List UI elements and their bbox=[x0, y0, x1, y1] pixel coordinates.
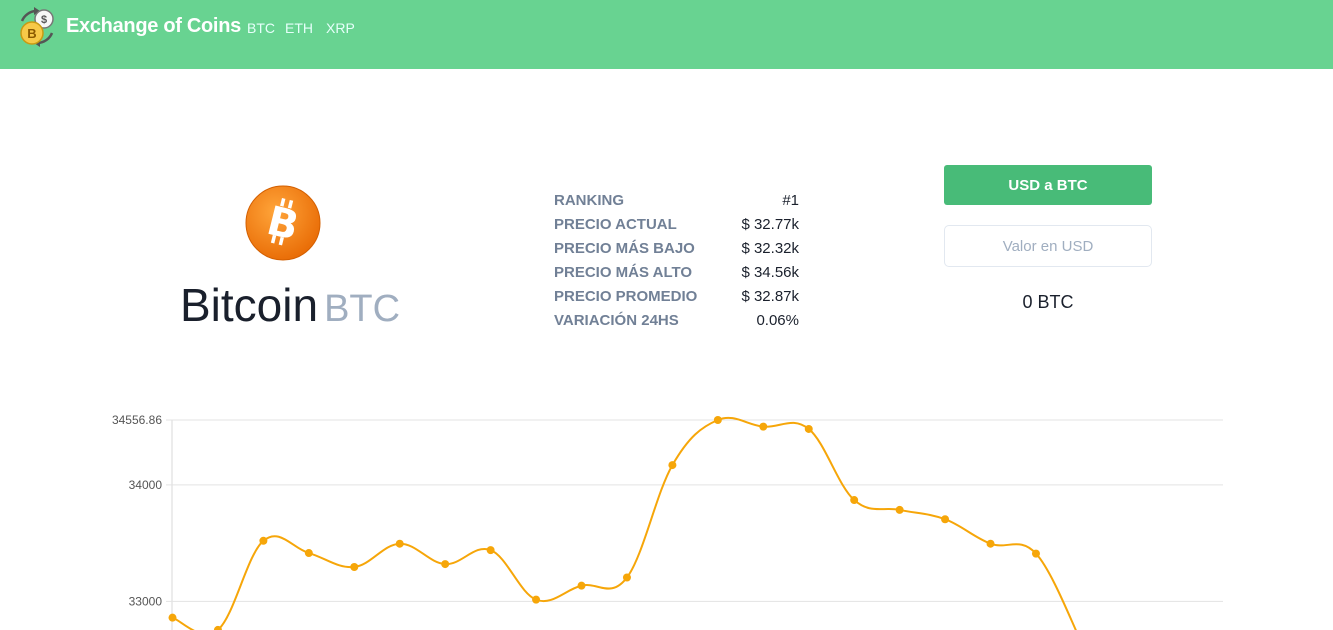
bitcoin-icon: B bbox=[245, 185, 321, 261]
stat-value: $ 34.56k bbox=[741, 264, 799, 281]
usd-to-btc-button[interactable]: USD a BTC bbox=[944, 165, 1152, 205]
price-point[interactable] bbox=[941, 515, 950, 524]
price-point[interactable] bbox=[713, 416, 722, 424]
price-point[interactable] bbox=[759, 422, 768, 431]
brand-title[interactable]: Exchange of Coins bbox=[66, 15, 241, 38]
price-point[interactable] bbox=[804, 424, 813, 433]
price-point[interactable] bbox=[1031, 549, 1040, 558]
stat-value: 0.06% bbox=[756, 312, 799, 329]
price-point[interactable] bbox=[168, 613, 177, 622]
price-line bbox=[172, 416, 1077, 630]
svg-text:B: B bbox=[27, 26, 36, 41]
stat-label: PRECIO ACTUAL bbox=[554, 216, 677, 233]
stat-row-lowest-price: PRECIO MÁS BAJO $ 32.32k bbox=[554, 238, 799, 262]
nav-link-xrp[interactable]: XRP bbox=[326, 20, 355, 36]
coin-title: Bitcoin BTC bbox=[180, 278, 400, 332]
nav-link-btc[interactable]: BTC bbox=[247, 20, 275, 36]
coin-symbol: BTC bbox=[324, 288, 401, 330]
stat-row-ranking: RANKING #1 bbox=[554, 190, 799, 214]
stat-label: PRECIO MÁS BAJO bbox=[554, 240, 695, 257]
stat-label: PRECIO MÁS ALTO bbox=[554, 264, 693, 281]
price-point[interactable] bbox=[850, 496, 859, 505]
top-navbar: $ B Exchange of Coins BTC ETH XRP bbox=[0, 0, 1333, 69]
price-point[interactable] bbox=[304, 549, 313, 558]
price-point[interactable] bbox=[259, 536, 268, 545]
usd-value-input[interactable] bbox=[944, 225, 1152, 267]
stat-row-current-price: PRECIO ACTUAL $ 32.77k bbox=[554, 214, 799, 238]
stat-row-variation-24h: VARIACIÓN 24HS 0.06% bbox=[554, 310, 799, 334]
chart-y-axis: 34556.86 34000 33000 bbox=[112, 413, 162, 608]
price-point[interactable] bbox=[532, 595, 541, 604]
stat-row-highest-price: PRECIO MÁS ALTO $ 34.56k bbox=[554, 262, 799, 286]
price-point[interactable] bbox=[486, 546, 495, 555]
stat-label: VARIACIÓN 24HS bbox=[554, 312, 679, 329]
coin-name: Bitcoin bbox=[180, 279, 319, 331]
price-point[interactable] bbox=[668, 461, 677, 470]
stat-value: #1 bbox=[782, 192, 799, 209]
price-point[interactable] bbox=[895, 505, 904, 514]
chart-points bbox=[168, 416, 1040, 630]
price-point[interactable] bbox=[441, 560, 450, 569]
stat-label: RANKING bbox=[554, 192, 624, 209]
conversion-result: 0 BTC bbox=[1022, 292, 1074, 312]
stat-label: PRECIO PROMEDIO bbox=[554, 288, 698, 305]
price-point[interactable] bbox=[395, 539, 404, 548]
price-point[interactable] bbox=[986, 539, 995, 548]
nav-link-eth[interactable]: ETH bbox=[285, 20, 313, 36]
y-tick-label: 33000 bbox=[129, 594, 163, 608]
coin-stats-table: RANKING #1 PRECIO ACTUAL $ 32.77k PRECIO… bbox=[554, 190, 799, 334]
coins-exchange-icon[interactable]: $ B bbox=[16, 7, 58, 47]
stat-row-average-price: PRECIO PROMEDIO $ 32.87k bbox=[554, 286, 799, 310]
price-point[interactable] bbox=[577, 581, 586, 590]
price-point[interactable] bbox=[350, 563, 359, 572]
stat-value: $ 32.32k bbox=[741, 240, 799, 257]
stat-value: $ 32.87k bbox=[741, 288, 799, 305]
y-tick-label: 34556.86 bbox=[112, 413, 162, 427]
stat-value: $ 32.77k bbox=[741, 216, 799, 233]
price-point[interactable] bbox=[622, 573, 631, 582]
price-history-chart: 34556.86 34000 33000 bbox=[112, 413, 1223, 630]
y-tick-label: 34000 bbox=[129, 478, 163, 492]
chart-grid bbox=[166, 419, 1223, 630]
svg-text:$: $ bbox=[41, 14, 47, 26]
